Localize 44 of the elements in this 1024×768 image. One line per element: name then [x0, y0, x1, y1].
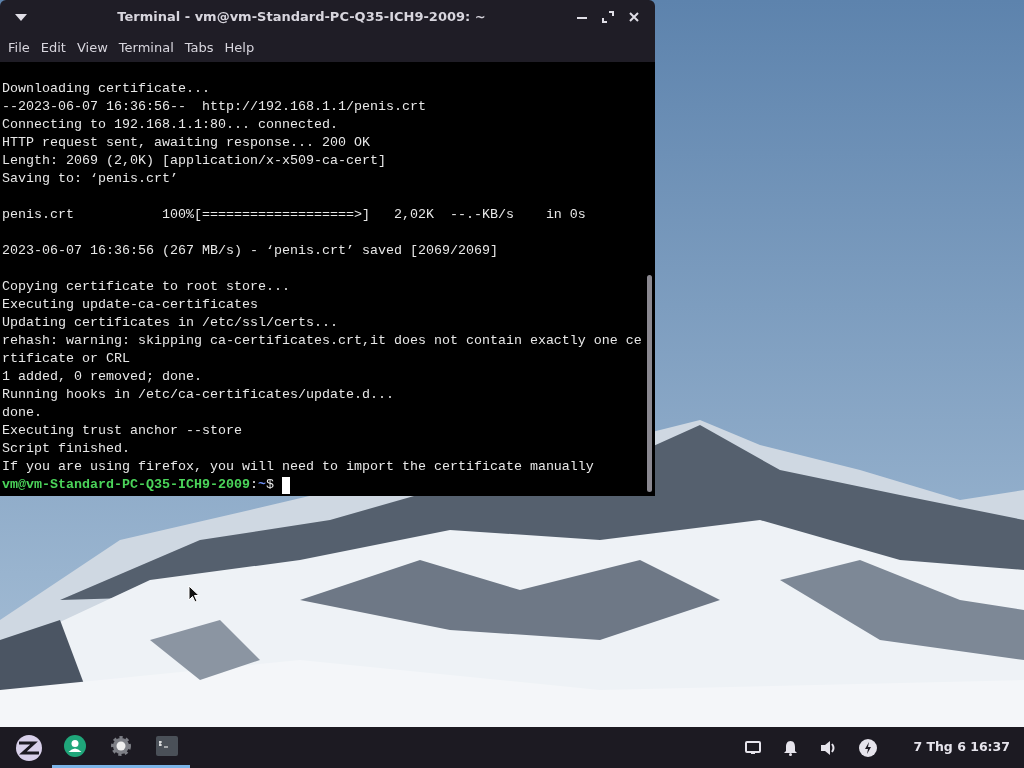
menu-item[interactable]: Tabs [180, 35, 219, 60]
gear-icon [110, 735, 132, 757]
user-icon [64, 735, 86, 757]
scrollbar[interactable] [647, 275, 652, 492]
output-line: Saving to: ‘penis.crt’ [2, 170, 178, 188]
maximize-icon [602, 11, 614, 24]
output-line: Script finished. [2, 440, 130, 458]
clock[interactable]: 7 Thg 6 16:37 [913, 738, 1010, 757]
output-line: 2023-06-07 16:36:56 (267 MB/s) - ‘penis.crt’ saved [2069/2069] [2, 242, 498, 260]
menu-item[interactable]: Edit [36, 35, 71, 60]
output-line: done. [2, 404, 42, 422]
output-line: Downloading certificate... [2, 80, 210, 98]
output-line: rtificate or CRL [2, 350, 130, 368]
output-line: rehash: warning: skipping ca-certificates.crt,it does not contain exactly one ce [2, 332, 642, 350]
output-line: Connecting to 192.168.1.1:80... connected. [2, 116, 338, 134]
output-line: --2023-06-07 16:36:56-- http://192.168.1.1/penis.crt [2, 98, 426, 116]
prompt-path: ~ [257, 476, 266, 494]
output-line: If you are using firefox, you will need to import the certificate manually [2, 458, 594, 476]
display-icon[interactable] [745, 740, 762, 755]
output-line: Copying certificate to root store... [2, 278, 290, 296]
output-line: Length: 2069 (2,0K) [application/x-x509-ca-cert] [2, 152, 386, 170]
terminal-icon [156, 736, 178, 756]
menu-item[interactable]: File [4, 35, 35, 60]
caret-icon [15, 13, 27, 22]
output-line: Updating certificates in /etc/ssl/certs... [2, 314, 338, 332]
output-line: Executing update-ca-certificates [2, 296, 258, 314]
close-icon [628, 11, 640, 24]
notification-bell-icon[interactable] [783, 739, 799, 756]
mouse-pointer-icon [188, 585, 200, 603]
output-line: 1 added, 0 removed; done. [2, 368, 202, 386]
text-cursor [281, 476, 290, 494]
menu-item[interactable]: View [72, 35, 113, 60]
power-icon[interactable] [859, 738, 878, 757]
output-line: HTTP request sent, awaiting response... 200 OK [2, 134, 370, 152]
prompt-user-host: vm@vm-Standard-PC-Q35-ICH9-2009 [2, 476, 250, 494]
menu-item[interactable]: Terminal [114, 35, 179, 60]
output-line: Executing trust anchor --store [2, 422, 242, 440]
menu-item[interactable]: Help [220, 35, 260, 60]
prompt-separator: : [249, 476, 258, 494]
output-line: penis.crt 100%[===================>] 2,02K --.-KB/s in 0s [2, 206, 586, 224]
output-line: Running hooks in /etc/ca-certificates/update.d... [2, 386, 394, 404]
window-title: Terminal - vm@vm-Standard-PC-Q35-ICH9-2009: ~ [116, 7, 487, 26]
prompt-symbol: $ [265, 476, 274, 494]
logo-icon [14, 732, 44, 763]
